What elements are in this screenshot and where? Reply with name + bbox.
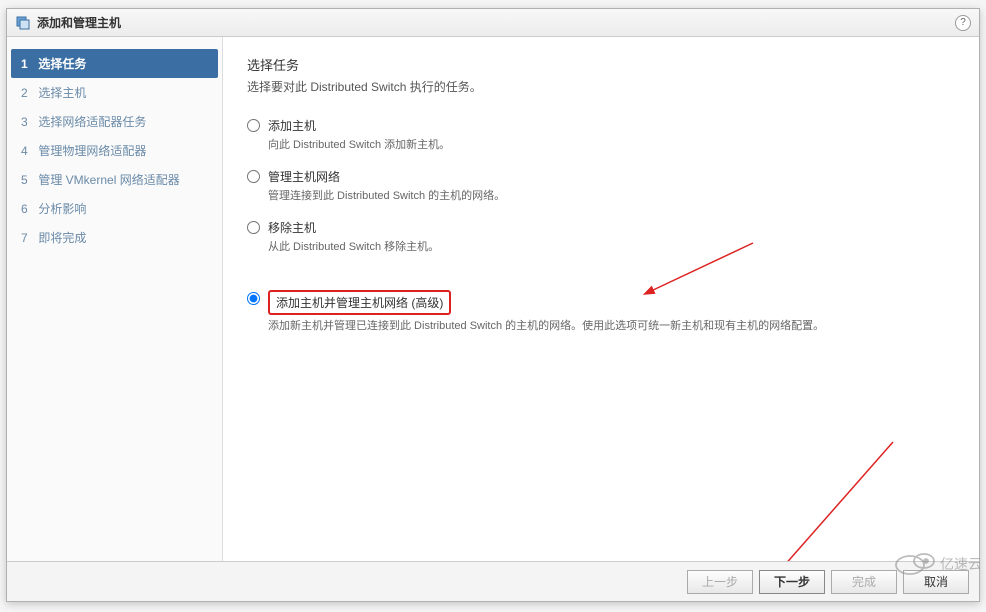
dialog-body: 1 选择任务 2 选择主机 3 选择网络适配器任务 4 管理物理网络适配器 5 … [7, 37, 979, 561]
option-desc: 向此 Distributed Switch 添加新主机。 [268, 136, 450, 152]
next-button[interactable]: 下一步 [759, 570, 825, 594]
option-manage-networking[interactable]: 管理主机网络 管理连接到此 Distributed Switch 的主机的网络。 [247, 168, 955, 203]
option-desc: 添加新主机并管理已连接到此 Distributed Switch 的主机的网络。… [268, 317, 824, 333]
radio-remove-hosts[interactable] [247, 221, 260, 234]
content-heading: 选择任务 [247, 55, 955, 74]
option-desc: 管理连接到此 Distributed Switch 的主机的网络。 [268, 187, 505, 203]
option-label: 移除主机 [268, 219, 439, 236]
dialog-footer: 上一步 下一步 完成 取消 [7, 561, 979, 601]
radio-add-hosts[interactable] [247, 119, 260, 132]
step-ready[interactable]: 7 即将完成 [7, 223, 222, 252]
finish-button[interactable]: 完成 [831, 570, 897, 594]
option-label: 添加主机 [268, 117, 450, 134]
dialog: 添加和管理主机 ? 1 选择任务 2 选择主机 3 选择网络适配器任务 4 管理… [6, 8, 980, 602]
watermark-text: 亿速云 [940, 557, 980, 573]
titlebar: 添加和管理主机 ? [7, 9, 979, 37]
option-add-hosts[interactable]: 添加主机 向此 Distributed Switch 添加新主机。 [247, 117, 955, 152]
step-analyze-impact[interactable]: 6 分析影响 [7, 194, 222, 223]
step-manage-vmkernel[interactable]: 5 管理 VMkernel 网络适配器 [7, 165, 222, 194]
option-label: 管理主机网络 [268, 168, 505, 185]
wizard-sidebar: 1 选择任务 2 选择主机 3 选择网络适配器任务 4 管理物理网络适配器 5 … [7, 37, 223, 561]
radio-add-and-manage[interactable] [247, 292, 260, 305]
radio-manage-networking[interactable] [247, 170, 260, 183]
help-icon[interactable]: ? [955, 15, 971, 31]
step-select-adapter-tasks[interactable]: 3 选择网络适配器任务 [7, 107, 222, 136]
wizard-content: 选择任务 选择要对此 Distributed Switch 执行的任务。 添加主… [223, 37, 979, 561]
option-add-and-manage[interactable]: 添加主机并管理主机网络 (高级) 添加新主机并管理已连接到此 Distribut… [247, 290, 955, 333]
step-manage-physical[interactable]: 4 管理物理网络适配器 [7, 136, 222, 165]
annotation-arrow-next [763, 437, 903, 561]
hosts-icon [15, 15, 31, 31]
step-select-hosts[interactable]: 2 选择主机 [7, 78, 222, 107]
watermark: 亿速云 [890, 547, 980, 582]
dialog-title: 添加和管理主机 [37, 14, 955, 31]
step-select-task[interactable]: 1 选择任务 [11, 49, 218, 78]
back-button[interactable]: 上一步 [687, 570, 753, 594]
option-label: 添加主机并管理主机网络 (高级) [268, 290, 451, 315]
option-remove-hosts[interactable]: 移除主机 从此 Distributed Switch 移除主机。 [247, 219, 955, 254]
option-desc: 从此 Distributed Switch 移除主机。 [268, 238, 439, 254]
content-subtitle: 选择要对此 Distributed Switch 执行的任务。 [247, 78, 955, 95]
